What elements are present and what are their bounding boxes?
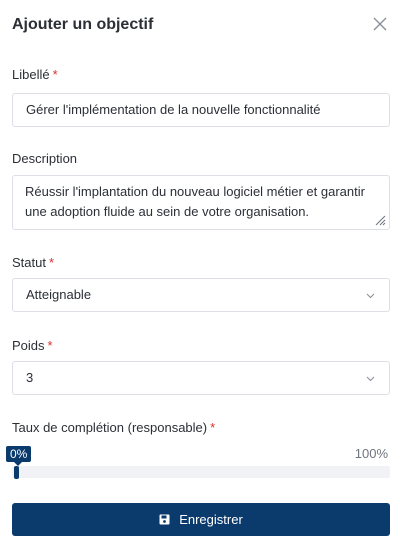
poids-label: Poids * [12,338,53,353]
chevron-down-icon [366,376,375,382]
required-mark: * [47,338,53,353]
statut-select[interactable]: Atteignable [12,278,390,312]
save-label: Enregistrer [179,512,243,527]
libelle-label: Libellé * [12,67,58,82]
slider-max-label: 100% [354,446,388,461]
required-mark: * [210,420,216,435]
description-label: Description [12,151,78,166]
dialog-title: Ajouter un objectif [12,16,154,33]
slider-value-badge: 0% [6,446,32,466]
description-text: Réussir l'implantation du nouveau logici… [25,184,365,219]
chevron-down-icon [366,293,375,299]
resize-handle-icon[interactable] [374,214,386,226]
close-icon[interactable] [370,14,390,34]
statut-value: Atteignable [26,287,92,302]
completion-slider-track[interactable] [12,466,390,478]
poids-value: 3 [26,370,34,385]
required-mark: * [52,67,58,82]
required-mark: * [48,255,55,270]
statut-label: Statut * [12,255,55,270]
taux-label: Taux de complétion (responsable) * [12,420,216,435]
poids-select[interactable]: 3 [12,361,390,395]
completion-slider-thumb[interactable] [14,466,19,479]
dialog-header: Ajouter un objectif [12,14,390,38]
floppy-disk-icon [159,514,170,525]
save-button[interactable]: Enregistrer [12,503,390,536]
libelle-input[interactable]: Gérer l'implémentation de la nouvelle fo… [12,93,390,127]
description-textarea[interactable]: Réussir l'implantation du nouveau logici… [12,175,390,230]
